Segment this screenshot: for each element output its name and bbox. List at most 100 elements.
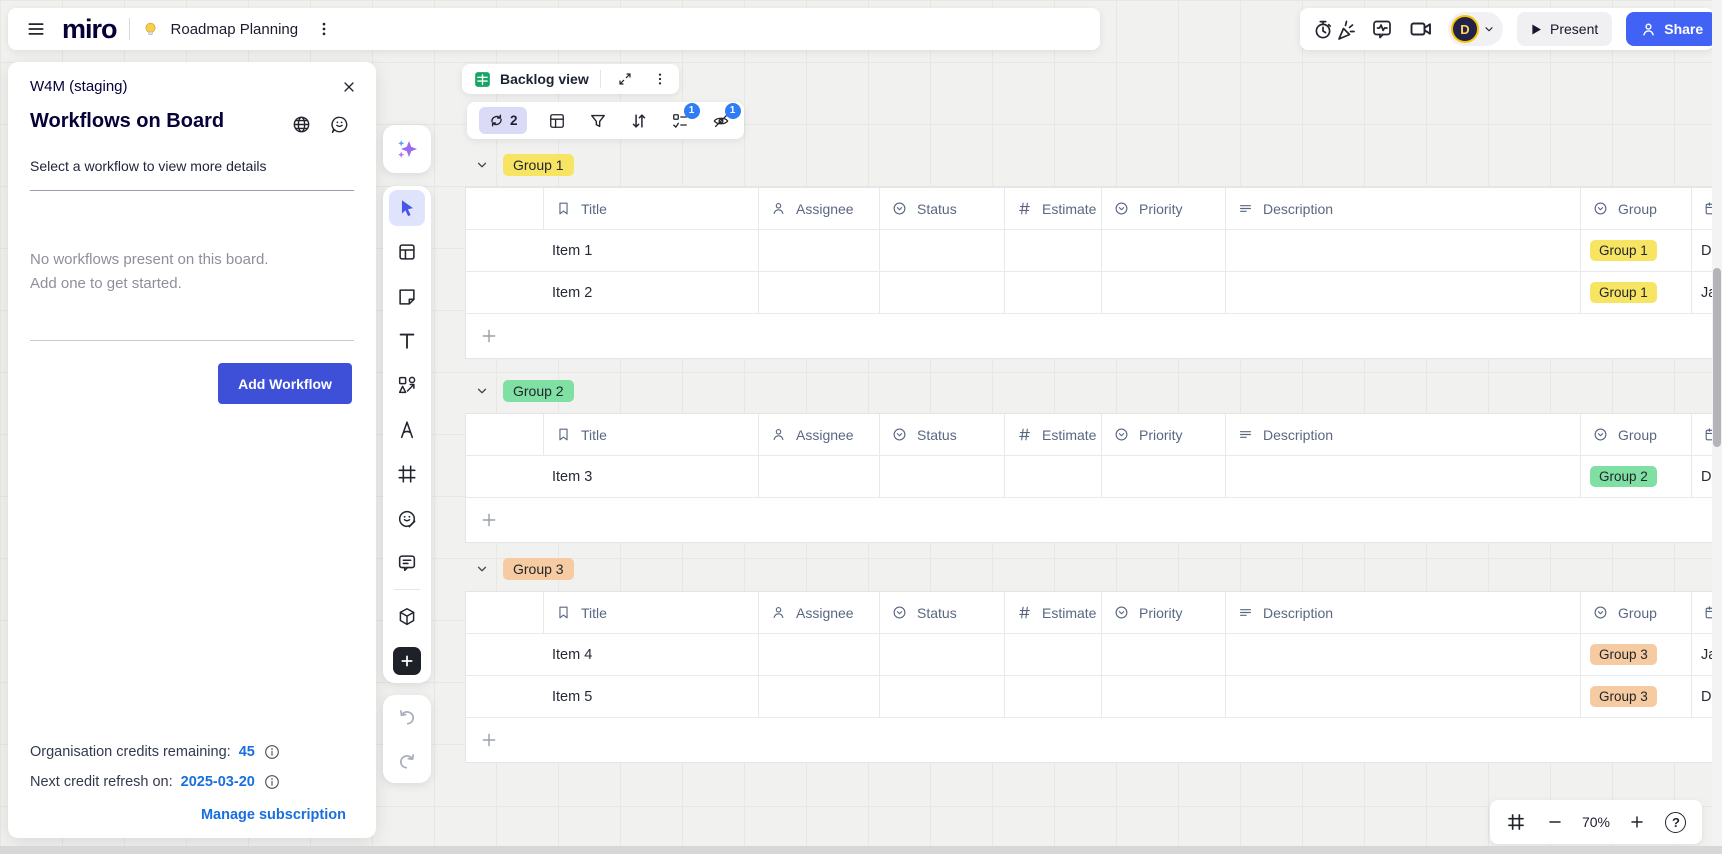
tool-pen[interactable] [389, 412, 425, 448]
tool-shapes[interactable] [389, 367, 425, 403]
cell-group[interactable]: Group 1 [1580, 230, 1691, 271]
group-chip[interactable]: Group 2 [503, 380, 574, 402]
column-header-status[interactable]: Status [879, 188, 1004, 229]
column-header-title[interactable]: Title [543, 592, 758, 633]
miro-board-canvas[interactable]: miro Roadmap Planning [0, 0, 1722, 854]
cell-description[interactable] [1225, 456, 1580, 497]
view-options-button[interactable] [647, 67, 673, 91]
cell-title[interactable]: Item 3 [543, 456, 758, 497]
add-row-button[interactable] [466, 498, 1712, 542]
column-header-date[interactable] [1691, 414, 1712, 455]
redo-button[interactable] [389, 743, 425, 779]
manage-subscription-link[interactable]: Manage subscription [201, 807, 346, 823]
column-header-date[interactable] [1691, 188, 1712, 229]
sort-button[interactable] [628, 110, 650, 132]
expand-view-button[interactable] [612, 67, 638, 91]
cell-date[interactable]: Ja [1691, 272, 1712, 313]
board-options-button[interactable] [310, 15, 338, 43]
close-panel-button[interactable] [336, 74, 362, 100]
column-header-status[interactable]: Status [879, 592, 1004, 633]
tool-comment[interactable] [389, 545, 425, 581]
tool-select[interactable] [389, 190, 425, 226]
cell-estimate[interactable] [1004, 456, 1101, 497]
row-handle-cell[interactable] [466, 456, 543, 497]
cell-priority[interactable] [1101, 456, 1225, 497]
cell-description[interactable] [1225, 230, 1580, 271]
tool-add-more[interactable] [389, 643, 425, 679]
cell-estimate[interactable] [1004, 272, 1101, 313]
video-chat-button[interactable] [1408, 15, 1434, 43]
cell-status[interactable] [879, 230, 1004, 271]
cell-priority[interactable] [1101, 230, 1225, 271]
share-button[interactable]: Share [1626, 12, 1717, 46]
cell-priority[interactable] [1101, 634, 1225, 675]
group-header[interactable]: Group 1 [475, 150, 1712, 180]
cell-group[interactable]: Group 2 [1580, 456, 1691, 497]
cell-priority[interactable] [1101, 676, 1225, 717]
column-header-assignee[interactable]: Assignee [758, 188, 879, 229]
hidden-fields-button[interactable]: 1 [710, 110, 732, 132]
column-header-date[interactable] [1691, 592, 1712, 633]
cell-description[interactable] [1225, 272, 1580, 313]
zoom-out-button[interactable] [1543, 810, 1567, 834]
tool-ai-assist[interactable] [389, 131, 425, 167]
cell-estimate[interactable] [1004, 676, 1101, 717]
fit-to-screen-button[interactable] [1504, 810, 1528, 834]
cell-group[interactable]: Group 1 [1580, 272, 1691, 313]
layout-button[interactable] [546, 110, 568, 132]
cell-description[interactable] [1225, 676, 1580, 717]
vertical-scrollbar[interactable] [1712, 0, 1722, 846]
row-handle-cell[interactable] [466, 272, 543, 313]
column-header-estimate[interactable]: Estimate [1004, 414, 1101, 455]
cell-title[interactable]: Item 2 [543, 272, 758, 313]
cell-description[interactable] [1225, 634, 1580, 675]
column-header-priority[interactable]: Priority [1101, 592, 1225, 633]
row-handle-cell[interactable] [466, 634, 543, 675]
group-chip[interactable]: Group 1 [503, 154, 574, 176]
zoom-level[interactable]: 70% [1582, 814, 1610, 830]
tool-sticky-note[interactable] [389, 279, 425, 315]
table-row[interactable]: Item 5Group 3De [466, 676, 1712, 718]
view-title[interactable]: Backlog view [500, 71, 589, 87]
cell-priority[interactable] [1101, 272, 1225, 313]
tool-apps[interactable] [389, 599, 425, 635]
zoom-in-button[interactable] [1625, 810, 1649, 834]
column-header-estimate[interactable]: Estimate [1004, 188, 1101, 229]
cell-estimate[interactable] [1004, 230, 1101, 271]
row-handle-cell[interactable] [466, 676, 543, 717]
add-workflow-button[interactable]: Add Workflow [218, 363, 352, 404]
column-header-estimate[interactable]: Estimate [1004, 592, 1101, 633]
table-row[interactable]: Item 1Group 1De [466, 230, 1712, 272]
info-icon[interactable] [263, 773, 281, 791]
cell-title[interactable]: Item 4 [543, 634, 758, 675]
column-header-description[interactable]: Description [1225, 188, 1580, 229]
cell-date[interactable]: De [1691, 230, 1712, 271]
tool-templates[interactable] [389, 234, 425, 270]
cell-date[interactable]: De [1691, 676, 1712, 717]
column-header-status[interactable]: Status [879, 414, 1004, 455]
column-header-title[interactable]: Title [543, 414, 758, 455]
horizontal-scrollbar[interactable] [0, 846, 1722, 854]
miro-logo[interactable]: miro [62, 16, 117, 43]
add-row-button[interactable] [466, 718, 1712, 762]
cell-assignee[interactable] [758, 272, 879, 313]
main-menu-button[interactable] [22, 15, 50, 43]
tool-frame[interactable] [389, 456, 425, 492]
column-header-assignee[interactable]: Assignee [758, 592, 879, 633]
feedback-button[interactable] [329, 114, 350, 135]
cell-assignee[interactable] [758, 676, 879, 717]
table-row[interactable]: Item 3Group 2De [466, 456, 1712, 498]
column-header-description[interactable]: Description [1225, 592, 1580, 633]
table-row[interactable]: Item 4Group 3Ja [466, 634, 1712, 676]
column-header-group[interactable]: Group [1580, 414, 1691, 455]
help-button[interactable]: ? [1664, 810, 1688, 834]
cell-title[interactable]: Item 5 [543, 676, 758, 717]
cell-assignee[interactable] [758, 456, 879, 497]
cell-status[interactable] [879, 676, 1004, 717]
group-chip[interactable]: Group 3 [503, 558, 574, 580]
cell-date[interactable]: Ja [1691, 634, 1712, 675]
cell-assignee[interactable] [758, 230, 879, 271]
tool-sticker[interactable] [389, 501, 425, 537]
sync-button[interactable]: 2 [479, 107, 527, 134]
scrollbar-thumb[interactable] [1713, 268, 1721, 447]
